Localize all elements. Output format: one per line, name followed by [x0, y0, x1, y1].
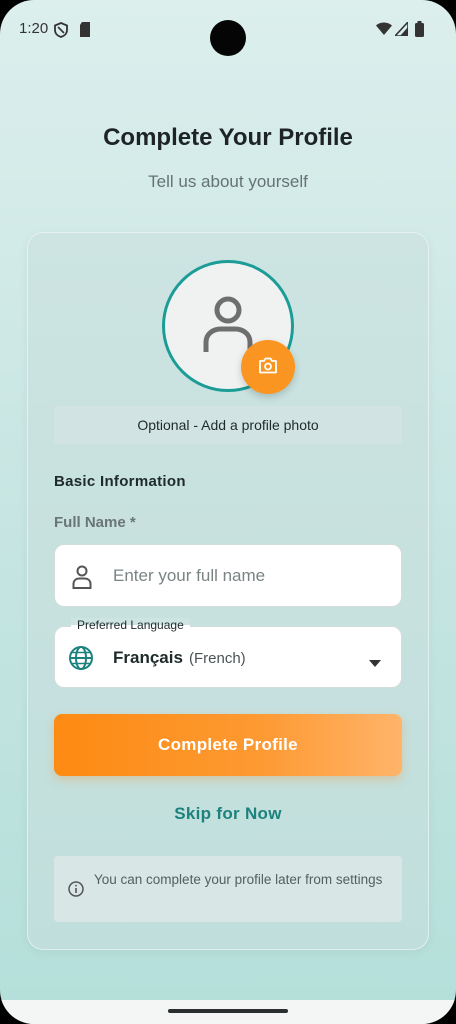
profile-screen: 1:20 Complete Your Profile Tell us about…: [0, 0, 456, 1024]
language-label: Preferred Language: [71, 618, 190, 632]
photo-hint: Optional - Add a profile photo: [54, 406, 402, 444]
page-subtitle: Tell us about yourself: [148, 172, 308, 191]
sim-card-icon: [79, 22, 91, 42]
full-name-label: Full Name *: [54, 514, 136, 531]
change-photo-button[interactable]: [241, 340, 295, 394]
front-camera: [210, 20, 246, 56]
section-title: Basic Information: [54, 473, 186, 490]
info-icon: [68, 881, 84, 902]
globe-icon: [68, 645, 94, 676]
full-name-input[interactable]: [113, 557, 393, 595]
dropdown-arrow-icon[interactable]: [369, 654, 381, 672]
info-text: You can complete your profile later from…: [94, 872, 383, 887]
page-title: Complete Your Profile: [103, 124, 353, 151]
status-time: 1:20: [19, 20, 49, 37]
skip-button[interactable]: Skip for Now: [54, 804, 402, 824]
signal-icon: [393, 19, 409, 41]
shield-icon: [54, 22, 68, 43]
info-box: You can complete your profile later from…: [54, 856, 402, 922]
person-icon: [203, 296, 253, 359]
status-bar: 1:20: [0, 0, 456, 60]
home-indicator[interactable]: [168, 1009, 288, 1013]
wifi-icon: [376, 22, 392, 41]
camera-icon: [258, 357, 278, 377]
person-icon: [72, 565, 92, 594]
language-select[interactable]: Preferred Language Français (French): [54, 618, 402, 688]
battery-icon: [415, 21, 424, 42]
full-name-field[interactable]: [54, 544, 402, 607]
language-subtext: (French): [189, 650, 246, 667]
language-value: Français: [113, 648, 183, 667]
complete-profile-button[interactable]: Complete Profile: [54, 714, 402, 776]
